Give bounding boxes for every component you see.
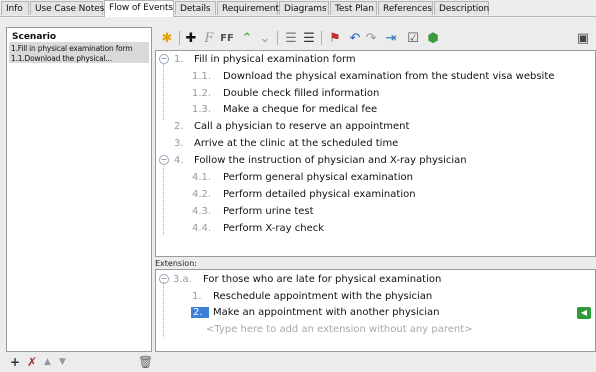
flag-icon[interactable]: ⚑ [327, 30, 343, 46]
extension-step-number: 2. [193, 307, 203, 318]
step-number: 3. [174, 138, 184, 149]
step-number: 1.2. [192, 88, 212, 99]
step-number: 4.3. [192, 206, 212, 217]
tab-details[interactable]: Details [175, 1, 216, 15]
collapse-arrow-button[interactable]: ◀ [577, 307, 591, 319]
step-number: 1. [174, 54, 184, 65]
step-text[interactable]: Double check filled information [223, 86, 379, 102]
trash-icon[interactable]: 🗑 [138, 355, 153, 369]
collapse-icon[interactable]: − [159, 274, 169, 284]
step-text[interactable]: Arrive at the clinic at the scheduled ti… [194, 136, 398, 152]
step-text[interactable]: Perform detailed physical examination [223, 187, 416, 203]
scenario-title: Scenario [12, 32, 57, 42]
move-up-icon[interactable]: ▲ [44, 355, 51, 369]
scenario-item[interactable]: 1.Fill in physical examination form [11, 44, 133, 53]
extension-text[interactable]: For those who are late for physical exam… [203, 272, 441, 288]
step-number: 1.1. [192, 71, 212, 82]
step-number: 2. [174, 121, 184, 132]
dock-icon[interactable]: ▣ [575, 30, 591, 46]
indent-icon[interactable]: ☰ [301, 30, 317, 46]
extension-panel: − 3.a. For those who are late for physic… [155, 269, 596, 352]
outdent-icon[interactable]: ☰ [283, 30, 299, 46]
flow-toolbar: ✱ ✚ F FF ⌃ ⌄ ☰ ☰ ⚑ ↶ ↷ ⇥ ☑ ⬢ ▣ [155, 27, 596, 49]
steps-panel: − 1. Fill in physical examination form 1… [155, 50, 596, 257]
undo-icon[interactable]: ↶ [347, 30, 363, 46]
step-text[interactable]: Make a cheque for medical fee [223, 102, 377, 118]
scenario-panel: Scenario 1.Fill in physical examination … [6, 27, 152, 352]
step-text[interactable]: Follow the instruction of physician and … [194, 153, 467, 169]
extension-label: Extension: [155, 259, 197, 268]
export-icon[interactable]: ⬢ [425, 30, 441, 46]
tab-test-plan[interactable]: Test Plan [330, 1, 377, 15]
extension-step-number: 1. [192, 291, 202, 302]
extension-step-text[interactable]: Make an appointment with another physici… [213, 305, 440, 321]
tab-flow-of-events[interactable]: Flow of Events [104, 0, 174, 17]
step-text[interactable]: Fill in physical examination form [194, 52, 356, 68]
tab-info[interactable]: Info [1, 1, 29, 15]
format-icon[interactable]: FF [219, 30, 235, 46]
new-step-icon[interactable]: ✱ [159, 30, 175, 46]
move-down-icon[interactable]: ⌄ [257, 30, 273, 46]
add-step-icon[interactable]: ✚ [183, 30, 199, 46]
step-number: 4.1. [192, 172, 212, 183]
extension-placeholder[interactable]: <Type here to add an extension without a… [206, 322, 473, 338]
redo-icon[interactable]: ↷ [363, 30, 379, 46]
delete-icon[interactable]: ✗ [27, 355, 37, 369]
step-text[interactable]: Call a physician to reserve an appointme… [194, 119, 409, 135]
extension-step-text[interactable]: Reschedule appointment with the physicia… [213, 289, 432, 305]
step-text[interactable]: Perform general physical examination [223, 170, 413, 186]
insert-icon[interactable]: ⇥ [383, 30, 399, 46]
step-number: 4.2. [192, 189, 212, 200]
tab-references[interactable]: References [378, 1, 433, 15]
tab-diagrams[interactable]: Diagrams [279, 1, 329, 15]
step-number: 1.3. [192, 104, 212, 115]
tab-description[interactable]: Description [434, 1, 489, 15]
step-text[interactable]: Perform urine test [223, 204, 314, 220]
step-text[interactable]: Download the physical examination from t… [223, 69, 554, 85]
step-number: 4. [174, 155, 184, 166]
checklist-icon[interactable]: ☑ [405, 30, 421, 46]
tab-strip: Info Use Case Notes Flow of Events Detai… [0, 0, 596, 17]
tab-requirements[interactable]: Requirements [217, 1, 283, 15]
collapse-icon[interactable]: − [159, 155, 169, 165]
add-icon[interactable]: + [10, 355, 20, 369]
tab-use-case-notes[interactable]: Use Case Notes [30, 1, 104, 15]
move-up-icon[interactable]: ⌃ [239, 30, 255, 46]
italic-f-icon[interactable]: F [201, 30, 217, 46]
collapse-icon[interactable]: − [159, 54, 169, 64]
scenario-item[interactable]: 1.1.Download the physical... [11, 54, 112, 63]
step-text[interactable]: Perform X-ray check [223, 221, 324, 237]
extension-number: 3.a. [173, 274, 192, 285]
step-number: 4.4. [192, 223, 212, 234]
move-down-icon[interactable]: ▼ [59, 355, 66, 369]
